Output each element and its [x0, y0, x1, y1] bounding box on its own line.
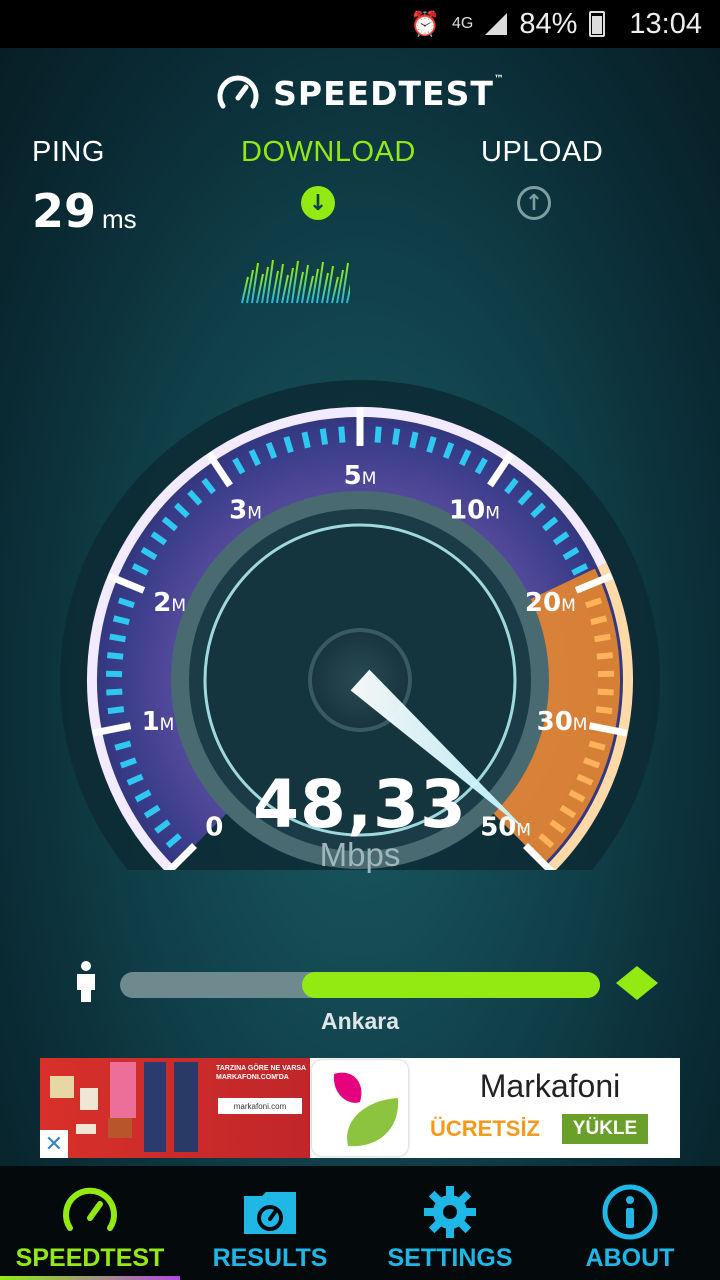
distance-fill	[302, 972, 600, 998]
gauge-minor-tick	[112, 615, 130, 626]
activity-line	[341, 262, 349, 304]
ping-unit: ms	[102, 204, 137, 234]
app-logo: SPEEDTEST™	[0, 70, 720, 116]
server-marker-icon	[616, 966, 658, 1000]
speed-value: 48,33	[253, 766, 467, 843]
logo-text: SPEEDTEST™	[273, 73, 505, 113]
ad-banner[interactable]: TARZINA GÖRE NE VARSA MARKAFONI.COM'DA m…	[40, 1058, 680, 1158]
gauge-minor-tick	[301, 431, 311, 449]
speedometer-logo-icon	[217, 75, 259, 109]
distance-track	[120, 972, 600, 998]
speed-unit: Mbps	[319, 836, 401, 873]
gauge-minor-tick	[374, 426, 382, 443]
gauge-minor-tick	[319, 428, 329, 446]
server-name: Ankara	[321, 1008, 399, 1034]
ad-app-logo	[312, 1060, 408, 1156]
activity-line	[251, 262, 259, 304]
gauge-minor-tick	[106, 688, 123, 696]
gauge-minor-tick	[593, 633, 611, 643]
server-row: Ankara	[0, 960, 720, 1040]
nav-settings-label: SETTINGS	[387, 1244, 513, 1272]
status-bar: ⏰ 4G 84% 13:04	[0, 0, 720, 48]
nav-settings[interactable]: SETTINGS	[360, 1166, 540, 1280]
alarm-icon: ⏰	[410, 10, 441, 38]
ad-image[interactable]: TARZINA GÖRE NE VARSA MARKAFONI.COM'DA m…	[40, 1058, 310, 1158]
nav-about[interactable]: ABOUT	[540, 1166, 720, 1280]
ad-image-brand: markafoni.com	[218, 1098, 302, 1114]
gauge-minor-tick	[595, 706, 613, 715]
gauge-minor-tick	[391, 428, 401, 446]
battery-percent: 84%	[519, 7, 578, 40]
activity-line	[291, 260, 299, 304]
gauge-minor-tick	[596, 652, 614, 660]
network-type: 4G	[452, 15, 474, 32]
results-folder-icon	[180, 1182, 360, 1242]
ad-install-button[interactable]: YÜKLE	[562, 1114, 648, 1144]
gear-icon	[360, 1182, 540, 1242]
activity-line	[346, 283, 350, 304]
gauge-minor-tick	[338, 426, 346, 443]
nav-speedtest-label: SPEEDTEST	[15, 1244, 165, 1272]
activity-line	[316, 261, 324, 304]
nav-results[interactable]: RESULTS	[180, 1166, 360, 1280]
gauge-minor-tick	[109, 633, 127, 643]
gauge-minor-tick	[409, 431, 419, 449]
clock: 13:04	[629, 7, 702, 40]
nav-about-label: ABOUT	[585, 1244, 675, 1272]
gauge-minor-tick	[107, 706, 125, 715]
download-label: DOWNLOAD	[241, 136, 416, 168]
download-activity-graph	[241, 259, 350, 304]
activity-line	[326, 265, 334, 304]
upload-arrow-icon: ↑	[517, 186, 551, 220]
signal-icon	[485, 13, 508, 35]
info-icon	[540, 1182, 720, 1242]
gauge-minor-tick	[597, 688, 614, 696]
download-arrow-icon: ↓	[301, 186, 335, 220]
ad-price-label: ÜCRETSİZ	[430, 1116, 540, 1141]
gauge-minor-tick	[114, 740, 132, 751]
ping-label: PING	[32, 136, 105, 168]
ad-close-icon[interactable]: ✕	[40, 1130, 68, 1158]
gauge-minor-tick	[106, 652, 124, 660]
nav-results-label: RESULTS	[212, 1244, 328, 1272]
nav-active-indicator	[0, 1276, 180, 1280]
person-icon	[77, 961, 95, 1002]
battery-icon	[589, 11, 606, 37]
ad-image-text: TARZINA GÖRE NE VARSA MARKAFONI.COM'DA	[216, 1065, 306, 1081]
activity-line	[301, 264, 309, 304]
upload-label: UPLOAD	[481, 136, 604, 168]
activity-line	[276, 263, 284, 304]
activity-line	[266, 259, 274, 304]
gauge-minor-tick	[590, 615, 608, 626]
ad-title: Markafoni	[479, 1068, 621, 1104]
bottom-nav: SPEEDTEST RESULTS SETTINGS ABOUT	[0, 1166, 720, 1280]
ping-value: 29	[32, 184, 97, 238]
nav-speedtest[interactable]: SPEEDTEST	[0, 1166, 180, 1280]
gauge-minor-tick	[588, 740, 606, 751]
speedometer-icon	[0, 1182, 180, 1242]
